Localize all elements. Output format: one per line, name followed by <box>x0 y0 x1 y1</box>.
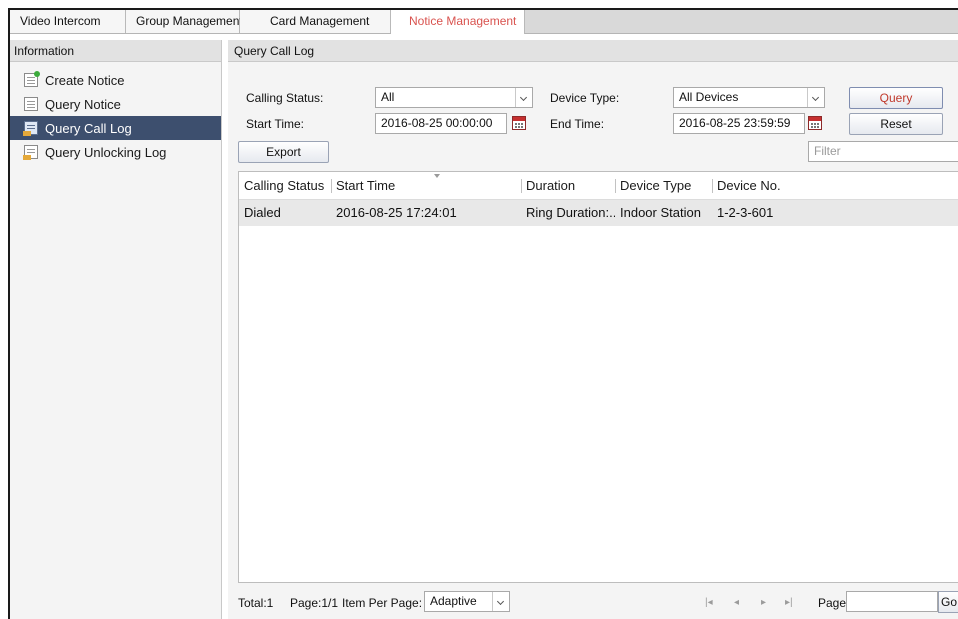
sidebar-item-query-notice[interactable]: Query Notice <box>10 92 221 116</box>
items-per-page-label: Item Per Page: <box>342 596 423 610</box>
sidebar-item-label: Create Notice <box>45 72 125 88</box>
go-button[interactable]: Go <box>938 591 958 613</box>
column-header-start-time[interactable]: Start Time <box>331 172 521 200</box>
table-row[interactable]: Dialed 2016-08-25 17:24:01 Ring Duration… <box>239 200 958 226</box>
cell-device-type: Indoor Station <box>620 205 701 220</box>
calendar-icon[interactable] <box>512 116 526 130</box>
last-page-icon[interactable]: ▸| <box>785 597 793 608</box>
query-notice-icon <box>24 97 38 111</box>
sidebar-item-label: Query Call Log <box>45 120 132 136</box>
create-notice-icon <box>24 71 40 87</box>
column-header-calling-status[interactable]: Calling Status <box>239 172 331 200</box>
tab-group-management[interactable]: Group Management <box>126 10 243 33</box>
sidebar-title: Information <box>10 40 221 62</box>
sort-indicator-icon <box>434 174 440 178</box>
calendar-icon[interactable] <box>808 116 822 130</box>
sidebar: Information Create Notice Query Notice Q… <box>10 40 222 619</box>
tab-video-intercom[interactable]: Video Intercom <box>10 10 126 33</box>
items-per-page-select[interactable]: Adaptive <box>424 591 510 612</box>
calling-status-value: All <box>381 90 395 104</box>
sidebar-item-label: Query Unlocking Log <box>45 144 167 160</box>
device-type-value: All Devices <box>679 90 739 104</box>
device-type-select[interactable]: All Devices <box>673 87 825 108</box>
cell-calling-status: Dialed <box>244 205 281 220</box>
calling-status-select[interactable]: All <box>375 87 533 108</box>
export-button[interactable]: Export <box>238 141 329 163</box>
start-time-label: Start Time: <box>246 117 305 131</box>
items-per-page-value: Adaptive <box>430 594 477 608</box>
sidebar-item-label: Query Notice <box>45 96 121 112</box>
column-header-device-type[interactable]: Device Type <box>615 172 712 200</box>
chevron-down-icon[interactable] <box>807 88 824 107</box>
end-time-label: End Time: <box>550 117 605 131</box>
page-info: Page:1/1 <box>290 596 339 610</box>
previous-page-icon[interactable]: ◂ <box>734 597 739 608</box>
page-title: Query Call Log <box>228 40 958 62</box>
query-button[interactable]: Query <box>849 87 943 109</box>
chevron-down-icon[interactable] <box>492 592 509 611</box>
next-page-icon[interactable]: ▸ <box>761 597 766 608</box>
cell-duration: Ring Duration:... <box>526 205 615 220</box>
start-time-input[interactable]: 2016-08-25 00:00:00 <box>375 113 507 134</box>
sidebar-item-query-unlocking-log[interactable]: Query Unlocking Log <box>10 140 221 164</box>
column-header-device-no[interactable]: Device No. <box>712 172 956 200</box>
total-count: Total:1 <box>238 596 274 610</box>
cell-device-no: 1-2-3-601 <box>717 205 774 220</box>
call-log-icon <box>23 121 38 136</box>
chevron-down-icon[interactable] <box>515 88 532 107</box>
filter-input[interactable]: Filter <box>808 141 958 162</box>
page-label: Page <box>818 596 847 610</box>
tab-notice-management[interactable]: Notice Management <box>391 10 525 34</box>
app-window: Video Intercom Group Management Card Man… <box>8 8 958 619</box>
device-type-label: Device Type: <box>550 91 620 105</box>
calling-status-label: Calling Status: <box>246 91 324 105</box>
cell-start-time: 2016-08-25 17:24:01 <box>336 205 457 220</box>
sidebar-item-query-call-log[interactable]: Query Call Log <box>10 116 221 140</box>
call-log-table: Calling Status Start Time Duration Devic… <box>238 171 958 583</box>
end-time-input[interactable]: 2016-08-25 23:59:59 <box>673 113 805 134</box>
sidebar-item-create-notice[interactable]: Create Notice <box>10 68 221 92</box>
first-page-icon[interactable]: |◂ <box>705 597 713 608</box>
page-number-input[interactable] <box>846 591 938 612</box>
sidebar-nav: Create Notice Query Notice Query Call Lo… <box>10 62 221 164</box>
unlocking-log-icon <box>23 145 38 160</box>
top-tab-bar: Video Intercom Group Management Card Man… <box>10 10 958 34</box>
column-header-duration[interactable]: Duration <box>521 172 615 200</box>
reset-button[interactable]: Reset <box>849 113 943 135</box>
main-panel: Query Call Log Calling Status: All Devic… <box>228 40 958 619</box>
table-header: Calling Status Start Time Duration Devic… <box>239 172 958 200</box>
tab-card-management[interactable]: Card Management <box>240 10 391 33</box>
